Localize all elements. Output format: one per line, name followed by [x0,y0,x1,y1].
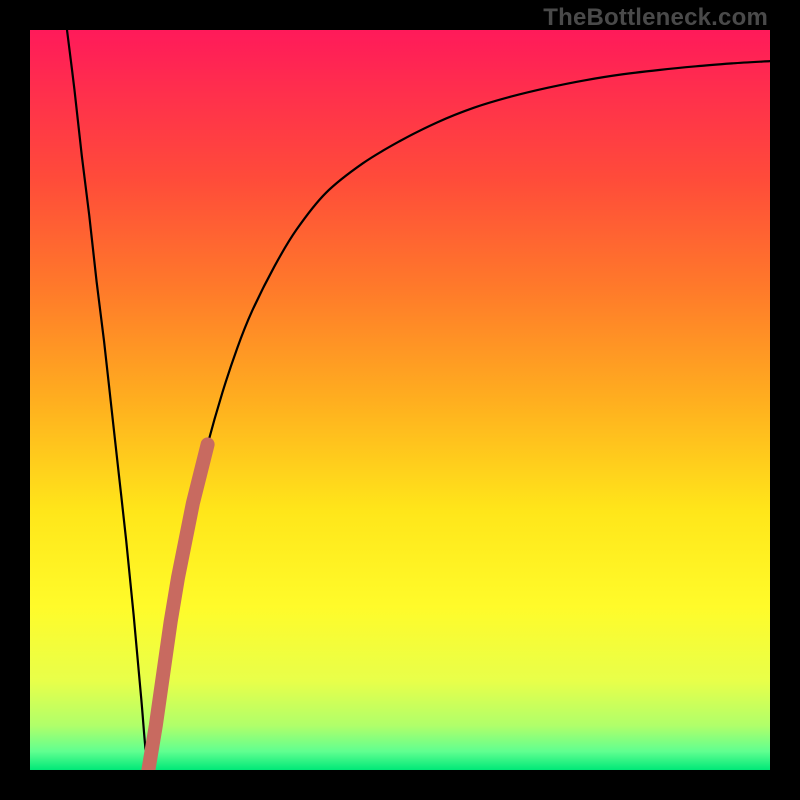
highlight-segment [148,444,207,770]
plot-area [30,30,770,770]
bottleneck-curve [67,30,770,770]
chart-lines [30,30,770,770]
watermark-text: TheBottleneck.com [543,4,768,32]
chart-frame: TheBottleneck.com [0,0,800,800]
